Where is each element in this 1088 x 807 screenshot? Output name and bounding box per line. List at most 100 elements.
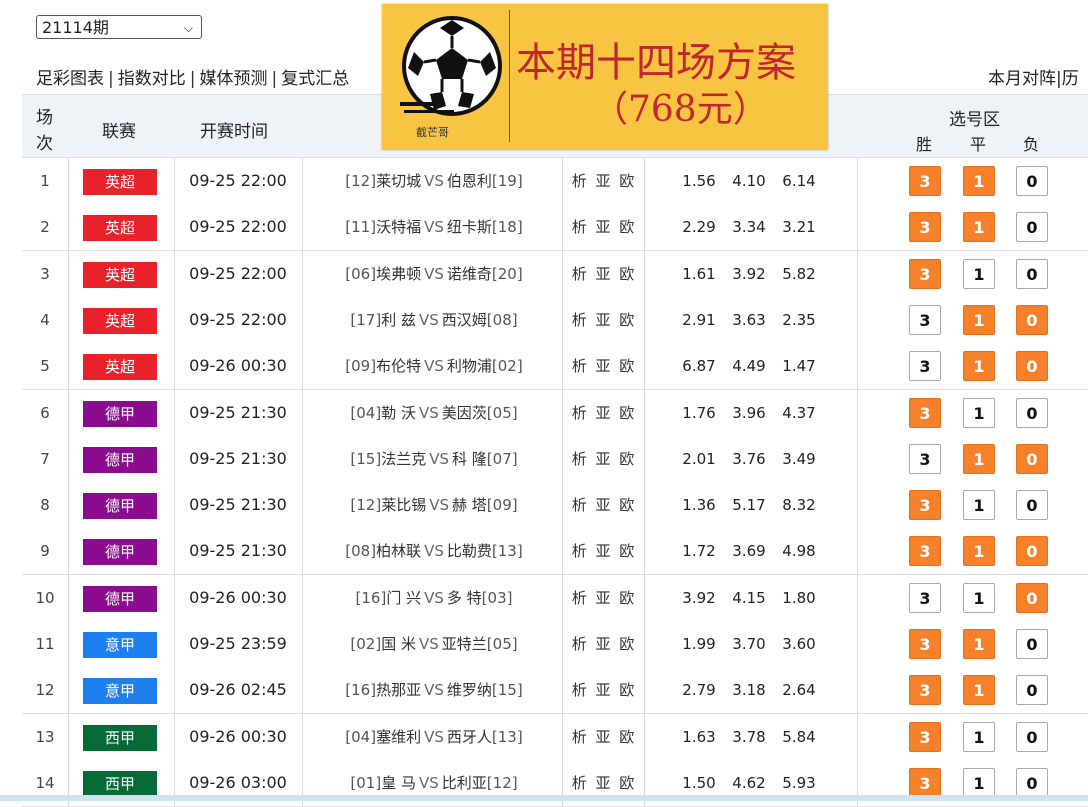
analysis-links[interactable]: 析 亚 欧 [566, 158, 642, 204]
pick-loss-button[interactable]: 0 [1016, 767, 1048, 798]
pick-draw-button[interactable]: 1 [963, 629, 995, 659]
league-badge[interactable]: 德甲 [83, 446, 157, 473]
away-team[interactable]: 比利亚 [442, 774, 487, 792]
analysis-links[interactable]: 析 亚 欧 [566, 621, 642, 667]
period-select[interactable]: 21114期 ⌵ [36, 15, 202, 39]
away-team[interactable]: 亚特兰 [442, 635, 487, 653]
pick-draw-button[interactable]: 1 [963, 490, 995, 521]
league-badge[interactable]: 西甲 [83, 770, 157, 797]
league-badge[interactable]: 德甲 [83, 493, 157, 520]
pick-loss-button[interactable]: 0 [1016, 490, 1048, 521]
league-badge[interactable]: 英超 [83, 307, 157, 334]
league-badge[interactable]: 英超 [83, 215, 157, 242]
analysis-links[interactable]: 析 亚 欧 [566, 528, 642, 574]
nav-link-media-forecast[interactable]: 媒体预测 [199, 69, 267, 89]
home-team[interactable]: 布伦特 [376, 357, 421, 375]
analysis-links[interactable]: 析 亚 欧 [566, 714, 642, 760]
pick-draw-button[interactable]: 1 [963, 397, 995, 428]
home-team[interactable]: 法兰克 [381, 450, 426, 468]
pick-draw-button[interactable]: 1 [963, 166, 995, 196]
away-team[interactable]: 西汉姆 [442, 311, 487, 329]
away-team[interactable]: 比勒费 [447, 542, 492, 560]
home-team[interactable]: 莱比锡 [381, 496, 426, 514]
pick-win-button[interactable]: 3 [909, 767, 941, 798]
pick-win-button[interactable]: 3 [909, 629, 941, 659]
away-team[interactable]: 伯恩利 [447, 172, 492, 190]
away-team[interactable]: 维罗纳 [447, 681, 492, 699]
analysis-links[interactable]: 析 亚 欧 [566, 297, 642, 343]
away-team[interactable]: 利物浦 [447, 357, 492, 375]
pick-loss-button[interactable]: 0 [1016, 212, 1048, 243]
analysis-links[interactable]: 析 亚 欧 [566, 343, 642, 389]
pick-win-button[interactable]: 3 [909, 582, 941, 613]
analysis-links[interactable]: 析 亚 欧 [566, 251, 642, 297]
home-team[interactable]: 利 兹 [381, 311, 416, 329]
league-badge[interactable]: 西甲 [83, 724, 157, 751]
pick-loss-button[interactable]: 0 [1016, 536, 1048, 567]
nav-link-chart[interactable]: 足彩图表 [36, 69, 104, 89]
nav-link-monthly-fixtures[interactable]: 本月对阵 [988, 69, 1056, 89]
home-team[interactable]: 莱切城 [376, 172, 421, 190]
home-team[interactable]: 柏林联 [376, 542, 421, 560]
pick-draw-button[interactable]: 1 [963, 767, 995, 798]
pick-draw-button[interactable]: 1 [963, 351, 995, 382]
pick-loss-button[interactable]: 0 [1016, 397, 1048, 428]
home-team[interactable]: 塞维利 [376, 728, 421, 746]
pick-win-button[interactable]: 3 [909, 212, 941, 243]
away-team[interactable]: 科 隆 [452, 450, 487, 468]
pick-draw-button[interactable]: 1 [963, 675, 995, 706]
pick-win-button[interactable]: 3 [909, 490, 941, 521]
away-team[interactable]: 赫 塔 [452, 496, 487, 514]
nav-link-multi-summary[interactable]: 复式汇总 [281, 69, 349, 89]
home-team[interactable]: 埃弗顿 [376, 265, 421, 283]
analysis-links[interactable]: 析 亚 欧 [566, 667, 642, 713]
pick-loss-button[interactable]: 0 [1016, 675, 1048, 706]
home-team[interactable]: 勒 沃 [381, 404, 416, 422]
league-badge[interactable]: 意甲 [83, 678, 157, 705]
pick-draw-button[interactable]: 1 [963, 536, 995, 567]
nav-link-index-compare[interactable]: 指数对比 [118, 69, 186, 89]
pick-draw-button[interactable]: 1 [963, 304, 995, 335]
analysis-links[interactable]: 析 亚 欧 [566, 482, 642, 528]
pick-win-button[interactable]: 3 [909, 536, 941, 567]
pick-loss-button[interactable]: 0 [1016, 304, 1048, 335]
league-badge[interactable]: 德甲 [83, 539, 157, 566]
league-badge[interactable]: 英超 [83, 354, 157, 381]
away-team[interactable]: 西牙人 [447, 728, 492, 746]
away-team[interactable]: 诺维奇 [447, 265, 492, 283]
home-team[interactable]: 皇 马 [381, 774, 416, 792]
pick-win-button[interactable]: 3 [909, 721, 941, 752]
league-badge[interactable]: 英超 [83, 261, 157, 288]
pick-win-button[interactable]: 3 [909, 351, 941, 382]
home-team[interactable]: 热那亚 [376, 681, 421, 699]
pick-draw-button[interactable]: 1 [963, 212, 995, 243]
pick-loss-button[interactable]: 0 [1016, 721, 1048, 752]
chevron-down-icon[interactable]: ⌵ [184, 16, 193, 40]
pick-draw-button[interactable]: 1 [963, 582, 995, 613]
away-team[interactable]: 多 特 [447, 589, 482, 607]
pick-win-button[interactable]: 3 [909, 443, 941, 474]
home-team[interactable]: 沃特福 [376, 218, 421, 236]
pick-loss-button[interactable]: 0 [1016, 166, 1048, 196]
pick-win-button[interactable]: 3 [909, 397, 941, 428]
analysis-links[interactable]: 析 亚 欧 [566, 436, 642, 482]
pick-win-button[interactable]: 3 [909, 304, 941, 335]
pick-loss-button[interactable]: 0 [1016, 582, 1048, 613]
pick-draw-button[interactable]: 1 [963, 443, 995, 474]
pick-loss-button[interactable]: 0 [1016, 443, 1048, 474]
league-badge[interactable]: 英超 [83, 169, 157, 195]
horizontal-scrollbar[interactable] [0, 795, 1088, 801]
away-team[interactable]: 纽卡斯 [447, 218, 492, 236]
pick-loss-button[interactable]: 0 [1016, 629, 1048, 659]
analysis-links[interactable]: 析 亚 欧 [566, 204, 642, 250]
pick-draw-button[interactable]: 1 [963, 258, 995, 289]
analysis-links[interactable]: 析 亚 欧 [566, 390, 642, 436]
home-team[interactable]: 国 米 [381, 635, 416, 653]
analysis-links[interactable]: 析 亚 欧 [566, 575, 642, 621]
pick-draw-button[interactable]: 1 [963, 721, 995, 752]
league-badge[interactable]: 德甲 [83, 585, 157, 612]
pick-win-button[interactable]: 3 [909, 258, 941, 289]
pick-win-button[interactable]: 3 [909, 675, 941, 706]
pick-loss-button[interactable]: 0 [1016, 258, 1048, 289]
pick-loss-button[interactable]: 0 [1016, 351, 1048, 382]
